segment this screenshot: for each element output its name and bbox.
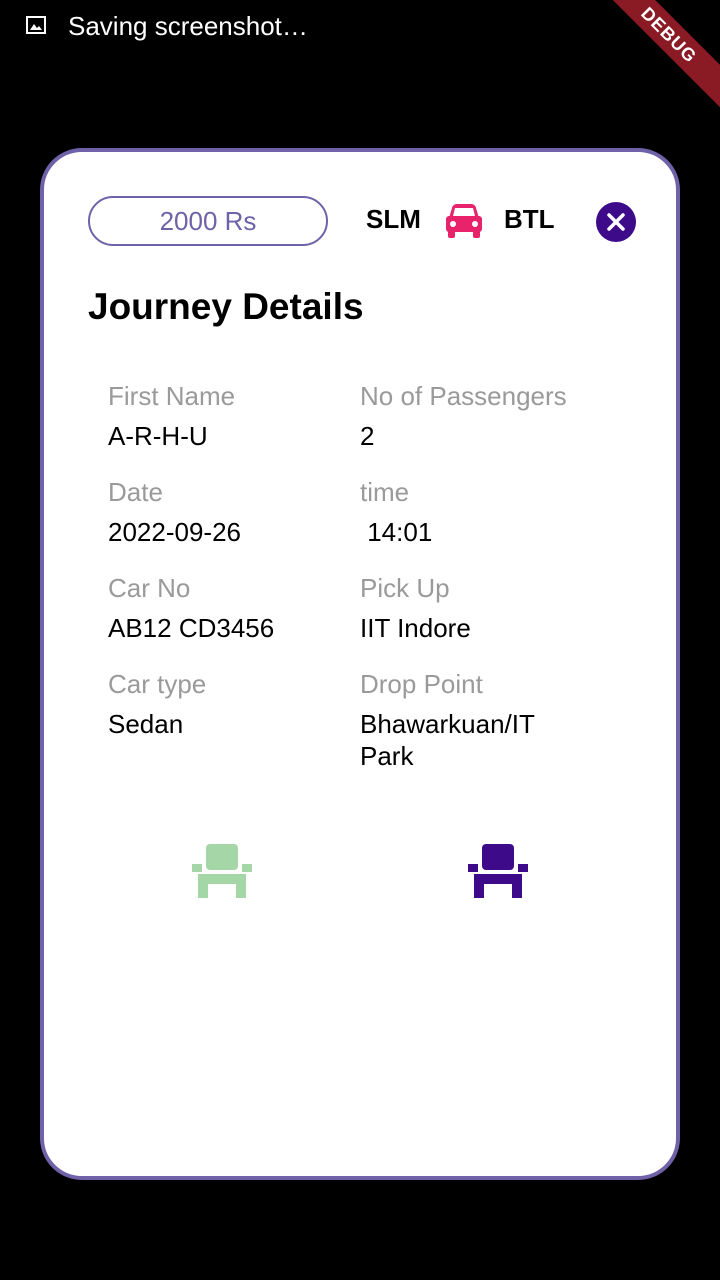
field-pick-up: Pick Up IIT Indore	[360, 572, 600, 644]
field-time: time 14:01	[360, 476, 600, 548]
journey-card: 2000 Rs SLM BTL Journey Details First Na…	[40, 148, 680, 1180]
field-label: Car No	[108, 573, 191, 603]
field-value: Sedan	[108, 709, 184, 739]
field-car-no: Car No AB12 CD3456	[108, 572, 348, 644]
field-value: 2	[360, 421, 375, 451]
field-value: 2022-09-26	[108, 517, 241, 547]
field-value: 14:01	[360, 517, 433, 547]
field-value: IIT Indore	[360, 613, 471, 643]
field-value: AB12 CD3456	[108, 613, 275, 643]
status-text: Saving screenshot…	[68, 11, 308, 41]
close-icon	[607, 213, 625, 231]
close-button[interactable]	[596, 202, 636, 242]
price-label: 2000 Rs	[159, 205, 257, 236]
seat-icon[interactable]	[468, 844, 528, 898]
route-from: SLM	[366, 204, 421, 234]
route-to: BTL	[504, 204, 555, 234]
field-label: First Name	[108, 381, 236, 411]
field-label: Pick Up	[360, 573, 450, 603]
field-label: Car type	[108, 669, 207, 699]
field-value: A-R-H-U	[108, 421, 208, 451]
price-badge: 2000 Rs	[88, 196, 328, 246]
status-bar: Saving screenshot…	[0, 0, 720, 56]
field-drop-point: Drop Point Bhawarkuan/IT Park	[360, 668, 570, 772]
field-label: Drop Point	[360, 669, 483, 699]
field-value: Bhawarkuan/IT Park	[360, 709, 535, 771]
image-icon	[26, 16, 46, 34]
field-car-type: Car type Sedan	[108, 668, 348, 740]
field-label: time	[360, 477, 410, 507]
seat-icon[interactable]	[192, 844, 252, 898]
field-label: Date	[108, 477, 163, 507]
field-first-name: First Name A-R-H-U	[108, 380, 348, 452]
field-date: Date 2022-09-26	[108, 476, 348, 548]
field-label: No of Passengers	[360, 381, 567, 411]
page-title: Journey Details	[88, 286, 364, 327]
car-icon	[446, 204, 482, 238]
field-passengers: No of Passengers 2	[360, 380, 600, 452]
